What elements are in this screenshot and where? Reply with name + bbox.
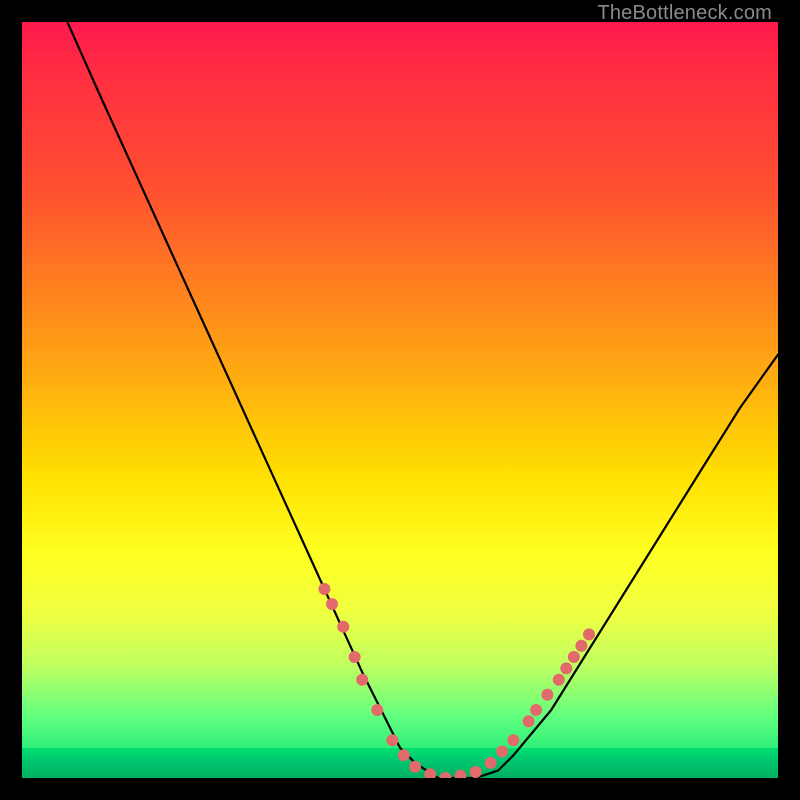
highlight-dot bbox=[386, 734, 398, 746]
curve-line bbox=[67, 22, 778, 778]
frame: TheBottleneck.com bbox=[0, 0, 800, 800]
highlight-dot bbox=[398, 749, 410, 761]
highlight-dot bbox=[530, 704, 542, 716]
highlight-dots bbox=[318, 583, 595, 778]
highlight-dot bbox=[496, 746, 508, 758]
highlight-dot bbox=[575, 640, 587, 652]
highlight-dot bbox=[560, 662, 572, 674]
highlight-dot bbox=[507, 734, 519, 746]
highlight-dot bbox=[455, 770, 467, 778]
highlight-dot bbox=[541, 689, 553, 701]
highlight-dot bbox=[470, 766, 482, 778]
highlight-dot bbox=[409, 761, 421, 773]
highlight-dot bbox=[523, 715, 535, 727]
highlight-dot bbox=[371, 704, 383, 716]
highlight-dot bbox=[349, 651, 361, 663]
highlight-dot bbox=[337, 621, 349, 633]
highlight-dot bbox=[553, 674, 565, 686]
highlight-dot bbox=[485, 757, 497, 769]
highlight-dot bbox=[326, 598, 338, 610]
bottleneck-curve bbox=[22, 22, 778, 778]
chart-area bbox=[22, 22, 778, 778]
highlight-dot bbox=[583, 628, 595, 640]
highlight-dot bbox=[568, 651, 580, 663]
highlight-dot bbox=[356, 674, 368, 686]
highlight-dot bbox=[318, 583, 330, 595]
highlight-dot bbox=[439, 772, 451, 778]
